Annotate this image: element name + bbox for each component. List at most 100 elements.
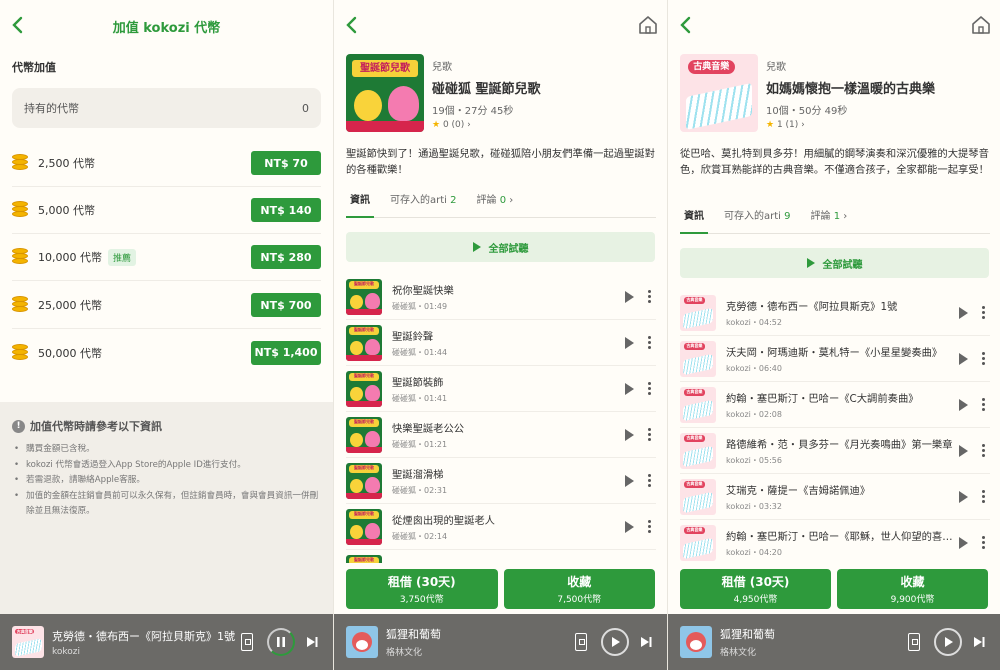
pause-button[interactable]	[267, 628, 295, 656]
owned-coins: 持有的代幣 0	[12, 88, 321, 128]
device-icon[interactable]	[575, 633, 587, 651]
album-description: 從巴哈、莫扎特到貝多芬！用細膩的鋼琴演奏和深沉優雅的大提琴音色，欣賞耳熟能詳的古…	[680, 148, 989, 176]
mini-player-title: 克勞德・德布西ー《阿拉貝斯克》1號	[52, 629, 235, 643]
coin-icon	[12, 248, 28, 266]
pause-icon	[277, 637, 285, 647]
tab-info[interactable]: 資訊	[680, 206, 708, 234]
track-row[interactable]: 聖誕節兒歌 從煙囪出現的聖誕老人 碰碰狐・02:14	[346, 504, 656, 550]
album-meta: 10個・50分 49秒	[766, 106, 848, 117]
track-row[interactable]: 古典音樂 沃夫岡・阿瑪迪斯・莫札特ー《小星星變奏曲》 kokozi・06:40	[680, 336, 990, 382]
rent-button[interactable]: 租借 (30天) 4,950代幣	[680, 569, 831, 609]
price-button[interactable]: NT$ 700	[251, 293, 321, 317]
track-play-icon[interactable]	[625, 428, 634, 441]
device-icon[interactable]	[241, 633, 253, 651]
more-icon[interactable]	[648, 474, 652, 487]
action-bar: 租借 (30天) 4,950代幣 收藏 9,900代幣	[668, 563, 1000, 615]
price-button[interactable]: NT$ 70	[251, 151, 321, 175]
package-label: 5,000 代幣	[38, 204, 95, 217]
more-icon[interactable]	[982, 352, 986, 365]
cover-tag: 古典音樂	[683, 343, 706, 350]
recharge-panel: 加值 kokozi 代幣 代幣加值 持有的代幣 0 2,500 代幣 NT$ 7…	[0, 0, 333, 670]
track-row[interactable]: 聖誕節兒歌 聖誕鈴聲 碰碰狐・01:44	[346, 320, 656, 366]
rent-button[interactable]: 租借 (30天) 3,750代幣	[346, 569, 498, 609]
skip-next-icon[interactable]	[972, 635, 986, 649]
play-button[interactable]	[601, 628, 629, 656]
collect-button[interactable]: 收藏 7,500代幣	[503, 569, 655, 609]
cover-tag: 古典音樂	[683, 527, 706, 534]
skip-next-icon[interactable]	[305, 635, 319, 649]
more-icon[interactable]	[982, 536, 986, 549]
tab-reviews[interactable]: 評論 1 ›	[807, 206, 852, 234]
track-row[interactable]: 古典音樂 克勞德・德布西ー《阿拉貝斯克》1號 kokozi・04:52	[680, 290, 990, 336]
more-icon[interactable]	[648, 428, 652, 441]
track-cover: 古典音樂	[680, 386, 716, 423]
track-subtitle: kokozi・05:56	[726, 455, 782, 465]
track-play-icon[interactable]	[959, 306, 968, 319]
play-button[interactable]	[934, 628, 962, 656]
track-row[interactable]: 聖誕節兒歌 祝你聖誕快樂 碰碰狐・01:49	[346, 274, 656, 320]
tab-arti[interactable]: 可存入的arti 9	[720, 206, 795, 234]
track-play-icon[interactable]	[625, 290, 634, 303]
back-icon[interactable]	[344, 15, 360, 35]
track-row[interactable]: 聖誕節兒歌 快樂聖誕老公公 碰碰狐・01:21	[346, 412, 656, 458]
tab-arti[interactable]: 可存入的arti 2	[386, 190, 461, 218]
price-button[interactable]: NT$ 140	[251, 198, 321, 222]
more-icon[interactable]	[648, 520, 652, 533]
tab-reviews[interactable]: 評論 0 ›	[473, 190, 518, 218]
track-row[interactable]: 古典音樂 約翰・塞巴斯汀・巴哈ー《耶穌，世人仰望的喜悅》 kokozi・04:20	[680, 520, 990, 566]
track-row[interactable]: 古典音樂 艾瑞克・薩提ー《吉姆諾佩迪》 kokozi・03:32	[680, 474, 990, 520]
cover-title: 聖誕節兒歌	[348, 465, 380, 474]
mini-player[interactable]: 狐狸和葡萄 格林文化	[668, 614, 1000, 670]
price-button[interactable]: NT$ 280	[251, 245, 321, 269]
device-icon[interactable]	[908, 633, 920, 651]
track-title: 聖誕節裝飾	[392, 376, 444, 389]
home-icon[interactable]	[637, 14, 659, 36]
back-icon[interactable]	[678, 15, 694, 35]
track-row[interactable]: 聖誕節兒歌 聖誕節裝飾 碰碰狐・01:41	[346, 366, 656, 412]
track-play-icon[interactable]	[959, 490, 968, 503]
more-icon[interactable]	[648, 382, 652, 395]
track-cover: 古典音樂	[680, 478, 716, 515]
track-subtitle: kokozi・04:20	[726, 547, 782, 557]
track-play-icon[interactable]	[959, 536, 968, 549]
track-cover: 古典音樂	[680, 432, 716, 469]
album-rating[interactable]: ★ 0 (0) ›	[432, 120, 541, 130]
cover-title: 聖誕節兒歌	[348, 327, 380, 336]
track-title: 快樂聖誕老公公	[392, 422, 465, 435]
coin-icon	[12, 343, 28, 362]
play-all-button[interactable]: 全部試聽	[680, 248, 989, 278]
track-title: 艾瑞克・薩提ー《吉姆諾佩迪》	[726, 484, 871, 497]
track-row[interactable]: 古典音樂 約翰・塞巴斯汀・巴哈ー《C大調前奏曲》 kokozi・02:08	[680, 382, 990, 428]
tab-info[interactable]: 資訊	[346, 190, 374, 218]
track-row[interactable]: 古典音樂 路德維希・范・貝多芬ー《月光奏鳴曲》第一樂章 kokozi・05:56	[680, 428, 990, 474]
track-row[interactable]: 聖誕節兒歌 聖誕溜滑梯 碰碰狐・02:31	[346, 458, 656, 504]
mini-player[interactable]: 狐狸和葡萄 格林文化	[334, 614, 667, 670]
mini-player-cover: 古典音樂	[12, 626, 44, 658]
more-icon[interactable]	[982, 306, 986, 319]
more-icon[interactable]	[982, 444, 986, 457]
track-subtitle: kokozi・04:52	[726, 317, 782, 327]
track-subtitle: 碰碰狐・02:14	[392, 531, 448, 541]
track-play-icon[interactable]	[625, 474, 634, 487]
collect-button[interactable]: 收藏 9,900代幣	[837, 569, 988, 609]
track-play-icon[interactable]	[625, 382, 634, 395]
mini-player[interactable]: 古典音樂 克勞德・德布西ー《阿拉貝斯克》1號 kokozi	[0, 614, 333, 670]
cover-tag: 古典音樂	[683, 389, 706, 396]
track-play-icon[interactable]	[959, 352, 968, 365]
track-play-icon[interactable]	[625, 520, 634, 533]
home-icon[interactable]	[970, 14, 992, 36]
album-rating[interactable]: ★ 1 (1) ›	[766, 120, 935, 130]
skip-next-icon[interactable]	[639, 635, 653, 649]
play-all-button[interactable]: 全部試聽	[346, 232, 655, 262]
rating-value: 1 (1)	[776, 120, 799, 130]
track-play-icon[interactable]	[959, 398, 968, 411]
price-button[interactable]: NT$ 1,400	[251, 340, 321, 365]
track-play-icon[interactable]	[625, 336, 634, 349]
cover-title: 聖誕節兒歌	[348, 511, 380, 520]
coin-package: 50,000 代幣 NT$ 1,400	[12, 329, 321, 376]
more-icon[interactable]	[648, 336, 652, 349]
track-play-icon[interactable]	[959, 444, 968, 457]
more-icon[interactable]	[982, 398, 986, 411]
more-icon[interactable]	[648, 290, 652, 303]
more-icon[interactable]	[982, 490, 986, 503]
